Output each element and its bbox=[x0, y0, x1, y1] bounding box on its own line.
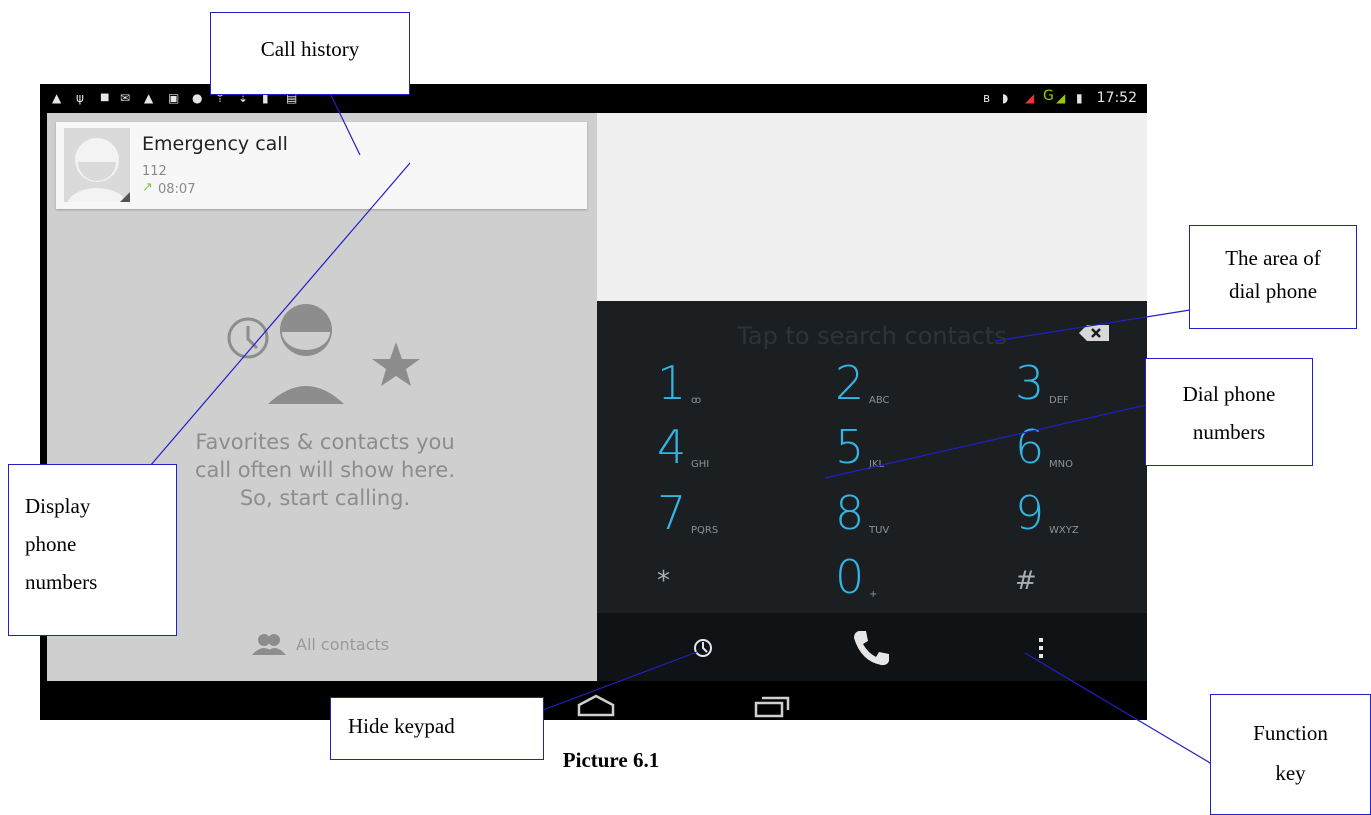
history-icon[interactable] bbox=[693, 638, 713, 658]
dialpad-key-letters: JKL bbox=[869, 459, 885, 470]
dialpad-key-6[interactable]: 6 MNO bbox=[1015, 420, 1135, 476]
dialpad-key-digit: 3 bbox=[1015, 356, 1045, 410]
callout-dial-numbers: Dial phone numbers bbox=[1145, 358, 1313, 466]
contacts-icon bbox=[252, 634, 286, 655]
network-g-icon: G bbox=[1043, 88, 1054, 104]
dialpad-key-digit: # bbox=[1015, 566, 1037, 596]
empty-message-line: So, start calling. bbox=[239, 486, 411, 510]
dialpad-key-letters: ꝏ bbox=[691, 395, 702, 406]
warning-icon: ▲ bbox=[144, 91, 154, 105]
dialpad-key-hash[interactable]: # bbox=[1015, 550, 1135, 606]
dialer-action-bar bbox=[597, 613, 1147, 681]
dialpad-key-digit: * bbox=[657, 566, 670, 596]
empty-message-line: Favorites & contacts you bbox=[195, 430, 455, 454]
search-contacts-hint[interactable]: Tap to search contacts bbox=[597, 322, 1147, 350]
dialpad-key-letters: PQRS bbox=[691, 525, 719, 536]
call-time: 08:07 bbox=[158, 182, 196, 197]
recent-call-card[interactable]: Emergency call 112 ↗ 08:07 bbox=[56, 122, 587, 209]
dialed-number-display[interactable] bbox=[597, 113, 1147, 301]
callout-dial-area: The area of dial phone bbox=[1189, 225, 1357, 329]
mail-icon: ✉ bbox=[120, 91, 131, 105]
battery-icon: ▮ bbox=[1076, 91, 1083, 105]
dialpad-key-star[interactable]: * bbox=[657, 550, 777, 606]
dialpad-key-letters: + bbox=[869, 589, 878, 600]
signal-icon: ◢ bbox=[1056, 91, 1066, 105]
status-bar: ▲ ψ ■ ✉ ▲ ▣ ● ⇡ ⇣ ▮ ▤ ʙ ◗ ◢ G ◢ ▮ 17:52 bbox=[40, 84, 1147, 113]
image-icon: ▣ bbox=[168, 91, 180, 105]
figure-caption: Picture 6.1 bbox=[562, 748, 660, 772]
dialpad-key-2[interactable]: 2 ABC bbox=[835, 356, 955, 412]
bluetooth-icon: ʙ bbox=[983, 91, 990, 105]
dialpad-key-digit: 9 bbox=[1015, 486, 1045, 540]
dialpad-key-letters: MNO bbox=[1049, 459, 1073, 470]
dialpad-key-digit: 1 bbox=[657, 356, 687, 410]
callout-text: numbers bbox=[1192, 420, 1266, 444]
dialpad-key-digit: 2 bbox=[835, 356, 865, 410]
wifi-icon: ◗ bbox=[1002, 91, 1009, 105]
dialpad-key-digit: 5 bbox=[835, 420, 865, 474]
dialpad-key-letters: DEF bbox=[1049, 395, 1069, 406]
signal-icon: ◢ bbox=[1025, 91, 1035, 105]
outgoing-call-icon: ↗ bbox=[142, 180, 153, 195]
usb-icon: ψ bbox=[76, 91, 84, 105]
callout-call-history: Call history bbox=[210, 12, 410, 95]
phone-call-icon[interactable] bbox=[851, 628, 891, 668]
callout-display-numbers: Display phone numbers bbox=[8, 464, 177, 636]
dialpad-key-9[interactable]: 9 WXYZ bbox=[1015, 486, 1135, 542]
dialpad-key-letters: TUV bbox=[869, 525, 890, 536]
callout-text: key bbox=[1275, 761, 1306, 785]
navigation-bar bbox=[40, 681, 1147, 720]
avatar bbox=[64, 128, 130, 202]
backspace-icon[interactable] bbox=[1079, 325, 1109, 341]
contact-name: Emergency call bbox=[142, 133, 288, 155]
callout-hide-keypad: Hide keypad bbox=[330, 697, 544, 760]
overflow-menu-icon[interactable] bbox=[1038, 637, 1044, 659]
dialpad-key-letters: ABC bbox=[869, 395, 890, 406]
warning-icon: ▲ bbox=[52, 91, 62, 105]
dialpad-key-letters: WXYZ bbox=[1049, 525, 1079, 536]
dialpad-key-4[interactable]: 4 GHI bbox=[657, 420, 777, 476]
favorites-empty-illustration bbox=[224, 302, 424, 422]
dialpad-key-7[interactable]: 7 PQRS bbox=[657, 486, 777, 542]
callout-text: Call history bbox=[260, 37, 360, 61]
chrome-icon: ● bbox=[192, 91, 203, 105]
clock: 17:52 bbox=[1096, 90, 1137, 106]
callout-text: Hide keypad bbox=[348, 714, 455, 738]
dialpad-key-5[interactable]: 5 JKL bbox=[835, 420, 955, 476]
dialpad-key-digit: 7 bbox=[657, 486, 687, 540]
callout-text: phone bbox=[25, 532, 77, 556]
dialpad-key-digit: 8 bbox=[835, 486, 865, 540]
callout-text: The area of bbox=[1225, 246, 1321, 270]
dialpad-key-digit: 4 bbox=[657, 420, 687, 474]
dialpad-key-1[interactable]: 1ꝏ bbox=[657, 356, 777, 412]
callout-text: Display bbox=[25, 494, 91, 518]
dialpad-key-0[interactable]: 0 + bbox=[835, 550, 955, 606]
empty-message-line: call often will show here. bbox=[194, 458, 456, 482]
callout-function-key: Function key bbox=[1210, 694, 1371, 815]
callout-text: Function bbox=[1253, 721, 1328, 745]
favorites-empty-message: Favorites & contacts you call often will… bbox=[150, 428, 500, 512]
all-contacts-label: All contacts bbox=[296, 635, 390, 654]
recent-apps-icon[interactable] bbox=[754, 694, 790, 718]
contact-number: 112 bbox=[142, 164, 167, 179]
callout-text: Dial phone bbox=[1182, 382, 1276, 406]
dialpad-key-digit: 6 bbox=[1015, 420, 1045, 474]
callout-text: numbers bbox=[25, 570, 98, 594]
dialpad-key-digit: 0 bbox=[835, 550, 865, 604]
lock-icon: ■ bbox=[100, 92, 110, 103]
dialpad-key-8[interactable]: 8 TUV bbox=[835, 486, 955, 542]
dialpad-key-3[interactable]: 3 DEF bbox=[1015, 356, 1135, 412]
home-icon[interactable] bbox=[576, 693, 616, 717]
dialpad-key-letters: GHI bbox=[691, 459, 710, 470]
all-contacts-button[interactable]: All contacts bbox=[252, 630, 452, 658]
callout-text: dial phone bbox=[1228, 279, 1318, 303]
